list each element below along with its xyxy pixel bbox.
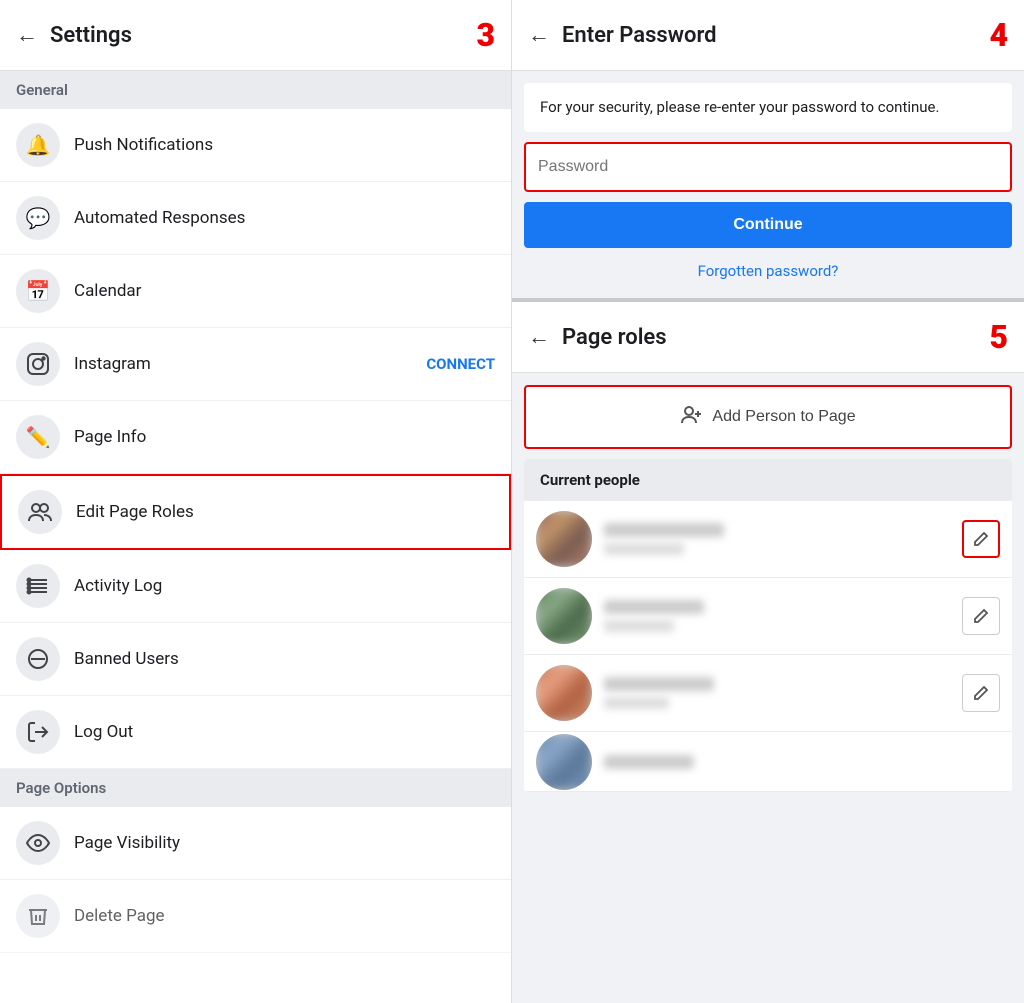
page-roles-section: ← Page roles 5 Add Person to Page Curren…	[512, 302, 1024, 1003]
person-name-area	[604, 755, 990, 769]
sidebar-item-log-out[interactable]: Log Out	[0, 696, 511, 769]
log-out-label: Log Out	[74, 722, 495, 742]
password-input-wrapper	[524, 142, 1012, 192]
sidebar-item-page-visibility[interactable]: Page Visibility	[0, 807, 511, 880]
password-title: Enter Password	[562, 23, 989, 48]
sidebar-item-delete-page[interactable]: Delete Page	[0, 880, 511, 953]
settings-title: Settings	[50, 23, 476, 48]
sidebar-item-calendar[interactable]: 📅 Calendar	[0, 255, 511, 328]
page-visibility-label: Page Visibility	[74, 833, 495, 853]
roles-content: Add Person to Page Current people	[512, 373, 1024, 804]
add-person-label: Add Person to Page	[712, 408, 855, 426]
sidebar-item-banned-users[interactable]: Banned Users	[0, 623, 511, 696]
banned-icon	[16, 637, 60, 681]
sidebar-item-edit-page-roles[interactable]: Edit Page Roles	[0, 474, 511, 550]
settings-back-button[interactable]: ←	[16, 22, 38, 48]
page-info-label: Page Info	[74, 427, 495, 447]
list-icon	[16, 564, 60, 608]
enter-password-section: ← Enter Password 4 For your security, pl…	[512, 0, 1024, 302]
banned-users-label: Banned Users	[74, 649, 495, 669]
page-options-section-header: Page Options	[0, 769, 511, 807]
roles-back-button[interactable]: ←	[528, 324, 550, 350]
person-name-area	[604, 523, 952, 555]
forgotten-password-link[interactable]: Forgotten password?	[524, 256, 1012, 286]
left-panel: ← Settings 3 General 🔔 Push Notification…	[0, 0, 512, 1003]
connect-badge: CONNECT	[426, 355, 495, 373]
avatar	[536, 511, 592, 567]
pencil-icon: ✏️	[16, 415, 60, 459]
add-person-button[interactable]: Add Person to Page	[524, 385, 1012, 449]
continue-button[interactable]: Continue	[524, 202, 1012, 248]
push-notifications-label: Push Notifications	[74, 135, 495, 155]
roles-header: ← Page roles 5	[512, 302, 1024, 373]
add-person-icon	[680, 403, 702, 431]
delete-page-label: Delete Page	[74, 906, 495, 926]
bell-icon: 🔔	[16, 123, 60, 167]
password-info-text: For your security, please re-enter your …	[524, 83, 1012, 132]
current-people-header: Current people	[524, 459, 1012, 501]
table-row	[524, 655, 1012, 732]
general-section-header: General	[0, 71, 511, 109]
current-people-section: Current people	[524, 459, 1012, 792]
avatar	[536, 588, 592, 644]
settings-header: ← Settings 3	[0, 0, 511, 71]
table-row	[524, 501, 1012, 578]
password-back-button[interactable]: ←	[528, 22, 550, 48]
instagram-label: Instagram	[74, 354, 426, 374]
sidebar-item-activity-log[interactable]: Activity Log	[0, 550, 511, 623]
activity-log-label: Activity Log	[74, 576, 495, 596]
calendar-icon: 📅	[16, 269, 60, 313]
group-icon	[18, 490, 62, 534]
step-4-label: 4	[989, 16, 1008, 54]
sidebar-item-automated-responses[interactable]: 💬 Automated Responses	[0, 182, 511, 255]
edit-person-button[interactable]	[962, 597, 1000, 635]
person-name-area	[604, 600, 952, 632]
step-3-label: 3	[476, 16, 495, 54]
avatar	[536, 734, 592, 790]
roles-title: Page roles	[562, 325, 989, 350]
right-panel: ← Enter Password 4 For your security, pl…	[512, 0, 1024, 1003]
table-row	[524, 732, 1012, 792]
edit-page-roles-label: Edit Page Roles	[76, 502, 493, 522]
step-5-label: 5	[989, 318, 1008, 356]
calendar-label: Calendar	[74, 281, 495, 301]
eye-icon	[16, 821, 60, 865]
table-row	[524, 578, 1012, 655]
edit-person-button[interactable]	[962, 520, 1000, 558]
chat-icon: 💬	[16, 196, 60, 240]
person-name-area	[604, 677, 952, 709]
password-input[interactable]	[526, 144, 1010, 190]
avatar	[536, 665, 592, 721]
password-header: ← Enter Password 4	[512, 0, 1024, 71]
logout-icon	[16, 710, 60, 754]
automated-responses-label: Automated Responses	[74, 208, 495, 228]
password-content: For your security, please re-enter your …	[512, 71, 1024, 298]
delete-icon	[16, 894, 60, 938]
sidebar-item-push-notifications[interactable]: 🔔 Push Notifications	[0, 109, 511, 182]
sidebar-item-instagram[interactable]: Instagram CONNECT	[0, 328, 511, 401]
sidebar-item-page-info[interactable]: ✏️ Page Info	[0, 401, 511, 474]
edit-person-button[interactable]	[962, 674, 1000, 712]
instagram-icon	[16, 342, 60, 386]
